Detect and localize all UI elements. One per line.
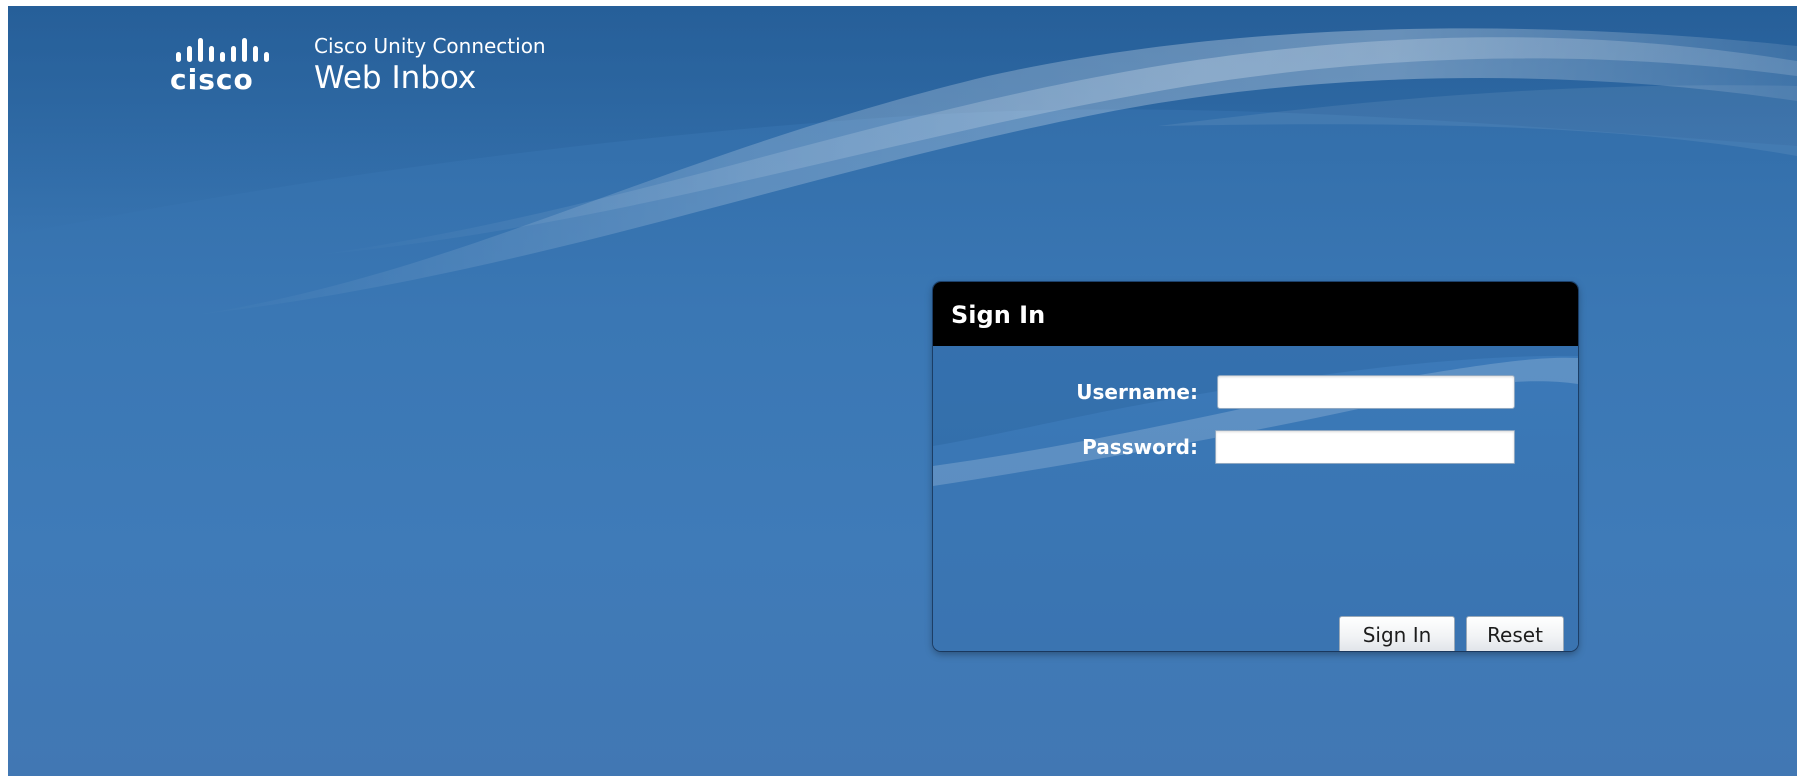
cisco-logo: cisco xyxy=(170,32,280,102)
reset-button[interactable]: Reset xyxy=(1466,616,1564,651)
product-subtitle: Web Inbox xyxy=(314,60,477,96)
login-screen: cisco Cisco Unity Connection Web Inbox S… xyxy=(8,6,1797,776)
username-label: Username: xyxy=(1076,380,1198,404)
password-label: Password: xyxy=(1082,435,1198,459)
product-name: Cisco Unity Connection xyxy=(314,34,546,58)
sign-in-button[interactable]: Sign In xyxy=(1339,616,1455,651)
brand-header: cisco Cisco Unity Connection Web Inbox xyxy=(170,26,590,96)
password-input[interactable] xyxy=(1215,430,1515,464)
sign-in-panel: Sign In Username: Password: Sign In Rese… xyxy=(933,282,1578,651)
cisco-wordmark: cisco xyxy=(170,63,254,96)
sign-in-form: Username: Password: Sign In Reset xyxy=(933,346,1578,651)
sign-in-title: Sign In xyxy=(951,301,1046,329)
sign-in-header: Sign In xyxy=(933,282,1578,346)
username-input[interactable] xyxy=(1217,375,1515,409)
